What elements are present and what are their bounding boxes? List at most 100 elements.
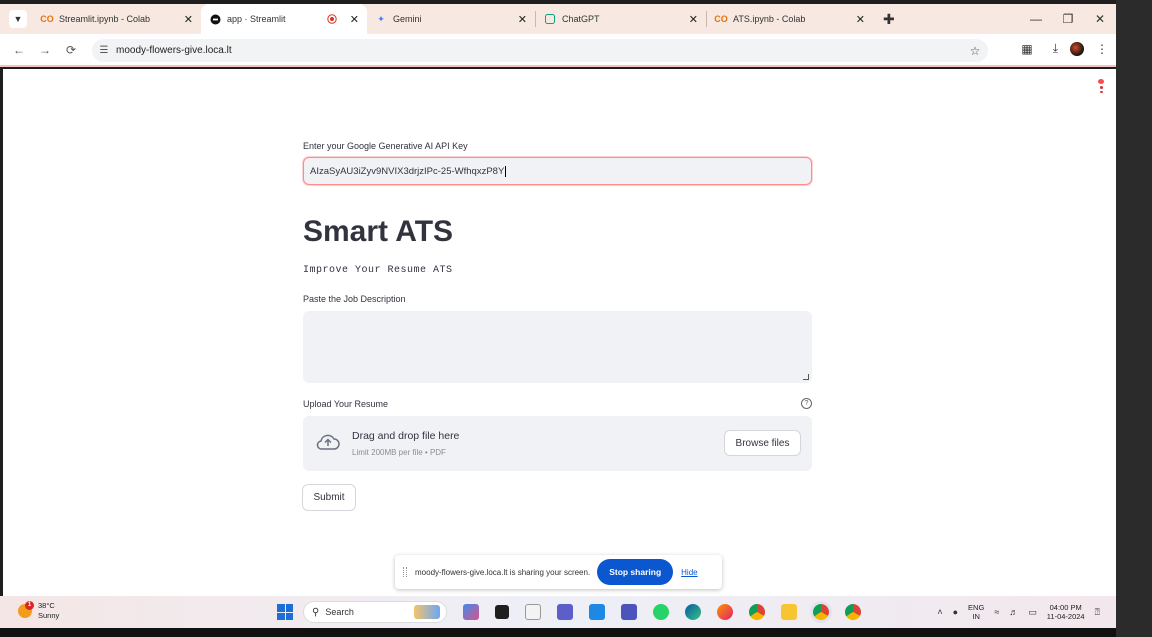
- omnibox[interactable]: ☰ moody-flowers-give.loca.lt ☆: [92, 39, 988, 62]
- new-tab-plus-icon[interactable]: ✚: [883, 11, 895, 28]
- kebab-menu-icon[interactable]: ⋮: [1096, 42, 1108, 56]
- tab-search-button[interactable]: ▼: [9, 10, 27, 28]
- minimize-icon[interactable]: —: [1020, 12, 1052, 26]
- tab-app-streamlit[interactable]: app · Streamlit ✕: [201, 4, 367, 34]
- task-view-icon[interactable]: [495, 605, 509, 619]
- teams-icon[interactable]: [557, 604, 573, 620]
- api-key-input[interactable]: AIzaSyAU3iZyv9NVIX3drjzIPc-25-WfhqxzP8Y: [303, 157, 812, 185]
- wifi-icon[interactable]: ≈: [994, 607, 999, 617]
- chrome-profile-icon[interactable]: [813, 604, 829, 620]
- streamlit-status-icon[interactable]: [1096, 79, 1106, 93]
- tab-title: app · Streamlit: [227, 14, 286, 24]
- date: 11-04-2024: [1046, 612, 1085, 621]
- download-icon[interactable]: ⤓: [1053, 41, 1058, 56]
- system-tray: ˄ ● ENG IN ≈ ♬ ▭ 04:00 PM 11-04-2024 ⍰: [937, 596, 1100, 628]
- site-info-icon[interactable]: ☰: [92, 45, 116, 56]
- streamlit-page: Enter your Google Generative AI API Key …: [3, 69, 1116, 596]
- edge-icon[interactable]: [685, 604, 701, 620]
- chevron-up-icon[interactable]: ˄: [937, 607, 942, 617]
- chrome-icon[interactable]: [749, 604, 765, 620]
- job-description-textarea[interactable]: [303, 311, 812, 383]
- tab-gemini[interactable]: ✦ Gemini ✕: [367, 4, 535, 34]
- close-icon[interactable]: ✕: [518, 13, 527, 26]
- notification-bell-icon[interactable]: ⍰: [1095, 607, 1100, 618]
- windows-start-icon[interactable]: [277, 604, 293, 620]
- temperature: 38°C: [38, 601, 55, 610]
- stop-sharing-button[interactable]: Stop sharing: [597, 559, 674, 585]
- browse-files-button[interactable]: Browse files: [724, 430, 801, 456]
- file-blank-icon[interactable]: [525, 604, 541, 620]
- language-indicator[interactable]: ENG IN: [968, 603, 984, 621]
- chrome-profile-2-icon[interactable]: [845, 604, 861, 620]
- tab-ats-colab[interactable]: CO ATS.ipynb - Colab ✕: [707, 4, 873, 34]
- firefox-icon[interactable]: [717, 604, 733, 620]
- time: 04:00 PM: [1049, 603, 1082, 612]
- language-code: ENG: [968, 603, 985, 612]
- chatgpt-icon: [544, 13, 556, 25]
- teams-work-icon[interactable]: [621, 604, 637, 620]
- share-message: moody-flowers-give.loca.lt is sharing yo…: [415, 567, 591, 577]
- text-caret: [505, 165, 507, 177]
- file-explorer-icon[interactable]: [781, 604, 797, 620]
- sun-icon: 1: [18, 601, 34, 618]
- close-icon[interactable]: ✕: [689, 13, 698, 26]
- hide-link[interactable]: Hide: [681, 568, 697, 577]
- search-icon: ⚲: [312, 606, 320, 618]
- window-controls: — ❐ ✕: [1020, 4, 1116, 34]
- extensions-puzzle-icon[interactable]: ▦: [1021, 42, 1032, 56]
- url-text[interactable]: moody-flowers-give.loca.lt: [116, 45, 962, 56]
- close-icon[interactable]: ✕: [184, 13, 193, 26]
- reload-icon[interactable]: ⟳: [58, 43, 84, 57]
- job-description-label: Paste the Job Description: [303, 294, 406, 304]
- resize-handle-icon[interactable]: [803, 374, 809, 380]
- tab-title: ChatGPT: [562, 14, 600, 24]
- clock[interactable]: 04:00 PM 11-04-2024: [1047, 603, 1085, 621]
- bookmark-star-icon[interactable]: ☆: [962, 44, 988, 58]
- tab-title: ATS.ipynb - Colab: [733, 14, 806, 24]
- drag-handle-icon[interactable]: [403, 567, 407, 577]
- cloud-upload-icon: [315, 433, 341, 455]
- dropzone-limit: Limit 200MB per file • PDF: [352, 448, 446, 457]
- dropzone-instructions: Drag and drop file here: [352, 430, 460, 442]
- windows-taskbar: 1 38°C Sunny ⚲ Search ˄ ● ENG IN ≈ ♬ ▭ 0…: [0, 596, 1116, 628]
- profile-avatar[interactable]: [1070, 41, 1084, 56]
- browser-toolbar: ▦ ⤓ ⋮: [1021, 41, 1108, 56]
- search-highlight-icon: [414, 605, 440, 619]
- whatsapp-icon[interactable]: [653, 604, 669, 620]
- tab-title: Streamlit.ipynb - Colab: [59, 14, 151, 24]
- tab-streamlit-colab[interactable]: CO Streamlit.ipynb - Colab ✕: [33, 4, 201, 34]
- api-key-label: Enter your Google Generative AI API Key: [303, 141, 468, 151]
- gemini-icon: ✦: [377, 13, 385, 24]
- back-arrow-icon[interactable]: ←: [6, 43, 32, 57]
- file-dropzone[interactable]: Drag and drop file here Limit 200MB per …: [303, 416, 812, 471]
- volume-icon[interactable]: ♬: [1009, 607, 1018, 617]
- upload-label: Upload Your Resume: [303, 399, 389, 409]
- screen-share-bar: moody-flowers-give.loca.lt is sharing yo…: [395, 555, 722, 589]
- weather-badge: 1: [25, 601, 34, 610]
- tab-title: Gemini: [393, 14, 422, 24]
- colab-icon: CO: [714, 14, 728, 24]
- screen: ▼ CO Streamlit.ipynb - Colab ✕ app · Str…: [0, 0, 1152, 637]
- restore-icon[interactable]: ❐: [1052, 12, 1084, 26]
- close-window-icon[interactable]: ✕: [1084, 12, 1116, 26]
- network-app-icon[interactable]: ●: [953, 607, 958, 617]
- browser-tabbar: ▼ CO Streamlit.ipynb - Colab ✕ app · Str…: [0, 4, 1116, 34]
- help-icon[interactable]: ?: [801, 398, 812, 409]
- forward-arrow-icon[interactable]: →: [32, 43, 58, 57]
- copilot-icon[interactable]: [463, 604, 479, 620]
- submit-button[interactable]: Submit: [302, 484, 356, 511]
- streamlit-icon: [209, 13, 221, 25]
- weather-widget[interactable]: 1 38°C Sunny: [18, 601, 59, 621]
- weather-condition: Sunny: [38, 611, 60, 620]
- api-key-value: AIzaSyAU3iZyv9NVIX3drjzIPc-25-WfhqxzP8Y: [310, 165, 505, 177]
- page-title: Smart ATS: [303, 215, 454, 248]
- close-icon[interactable]: ✕: [350, 13, 359, 26]
- screen-border-bottom: [0, 628, 1116, 637]
- page-subtitle: Improve Your Resume ATS: [303, 265, 453, 276]
- taskbar-search[interactable]: ⚲ Search: [303, 601, 447, 623]
- vscode-icon[interactable]: [589, 604, 605, 620]
- close-icon[interactable]: ✕: [856, 13, 865, 26]
- address-bar: ← → ⟳ ☰ moody-flowers-give.loca.lt ☆ ▦ ⤓…: [0, 34, 1116, 67]
- tab-chatgpt[interactable]: ChatGPT ✕: [536, 4, 706, 34]
- battery-icon[interactable]: ▭: [1028, 607, 1037, 618]
